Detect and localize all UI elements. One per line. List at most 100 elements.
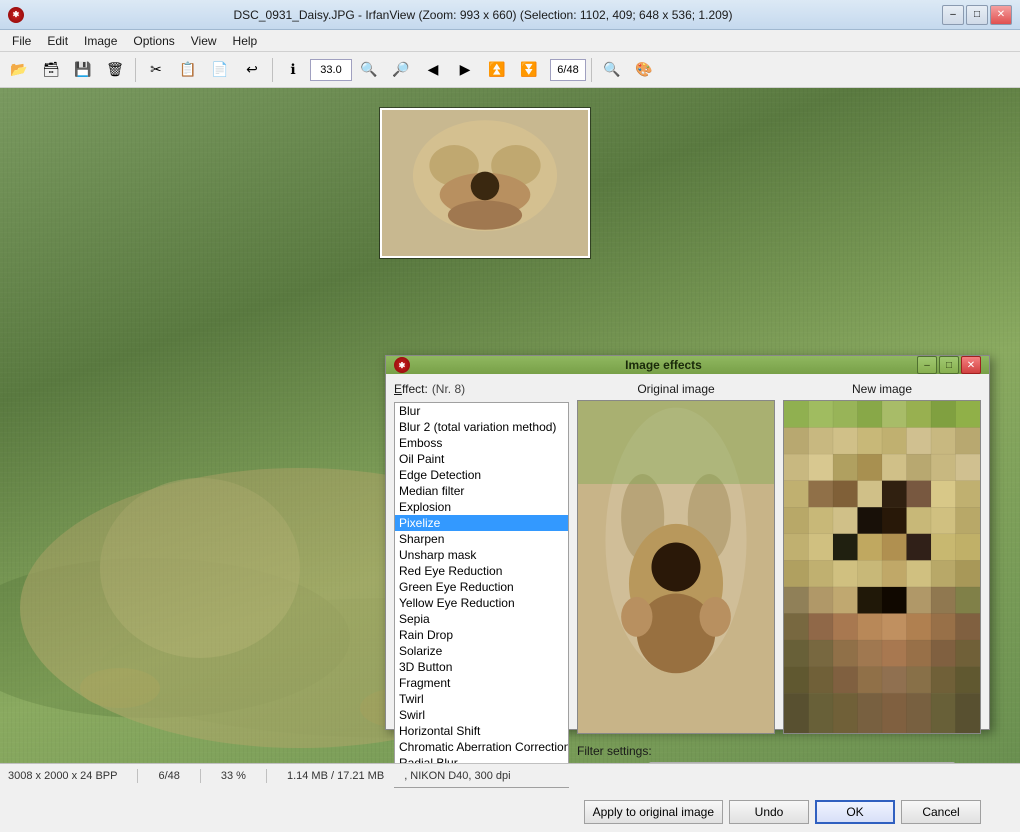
effect-list[interactable]: BlurBlur 2 (total variation method)Embos… bbox=[395, 403, 568, 787]
dialog-minimize-button[interactable]: – bbox=[917, 356, 937, 374]
minimize-button[interactable]: – bbox=[942, 5, 964, 25]
effect-nr: (Nr. 8) bbox=[432, 382, 465, 396]
copy-button[interactable]: 📋 bbox=[173, 56, 203, 84]
undo-effect-button[interactable]: Undo bbox=[729, 800, 809, 824]
effect-list-item[interactable]: Yellow Eye Reduction bbox=[395, 595, 568, 611]
status-bar: 3008 x 2000 x 24 BPP 6/48 33 % 1.14 MB /… bbox=[0, 763, 1020, 787]
effect-list-item[interactable]: Pixelize bbox=[395, 515, 568, 531]
menu-help[interactable]: Help bbox=[225, 32, 266, 50]
effect-label-row: Effect: (Nr. 8) bbox=[394, 382, 569, 396]
cut-button[interactable]: ✂ bbox=[141, 56, 171, 84]
effect-list-item[interactable]: Rain Drop bbox=[395, 627, 568, 643]
delete-button[interactable]: 🗑 bbox=[100, 56, 130, 84]
cancel-button[interactable]: Cancel bbox=[901, 800, 981, 824]
dialog-app-icon: ✱ bbox=[394, 357, 410, 373]
effect-list-item[interactable]: Swirl bbox=[395, 707, 568, 723]
effect-list-item[interactable]: Twirl bbox=[395, 691, 568, 707]
effect-list-item[interactable]: Sepia bbox=[395, 611, 568, 627]
status-sep-2 bbox=[200, 769, 201, 783]
effect-list-item[interactable]: Median filter bbox=[395, 483, 568, 499]
effect-list-item[interactable]: Fragment bbox=[395, 675, 568, 691]
window-title: DSC_0931_Daisy.JPG - IrfanView (Zoom: 99… bbox=[24, 8, 942, 22]
dialog-close-button[interactable]: ✕ bbox=[961, 356, 981, 374]
title-bar-left: ✱ bbox=[8, 7, 24, 23]
effect-list-item[interactable]: Red Eye Reduction bbox=[395, 563, 568, 579]
effect-list-item[interactable]: Emboss bbox=[395, 435, 568, 451]
menu-edit[interactable]: Edit bbox=[39, 32, 76, 50]
zoom-status: 33 % bbox=[221, 770, 246, 782]
window-controls: – □ ✕ bbox=[942, 5, 1012, 25]
effect-list-item[interactable]: Explosion bbox=[395, 499, 568, 515]
preview-images: Original image bbox=[577, 382, 981, 734]
filter-settings-label: Filter settings: bbox=[577, 744, 981, 758]
nav-counter: 6/48 bbox=[550, 59, 586, 81]
effect-list-item[interactable]: Sharpen bbox=[395, 531, 568, 547]
last-button[interactable]: ⏬ bbox=[514, 56, 544, 84]
status-sep-3 bbox=[266, 769, 267, 783]
effect-list-item[interactable]: Chromatic Aberration Correction bbox=[395, 739, 568, 755]
paste-button[interactable]: 📄 bbox=[205, 56, 235, 84]
pixelized-dog-svg bbox=[784, 401, 980, 733]
dialog-title-bar: ✱ Image effects – □ ✕ bbox=[386, 356, 989, 374]
effect-list-item[interactable]: Solarize bbox=[395, 643, 568, 659]
file-size-status: 1.14 MB / 17.21 MB bbox=[287, 770, 384, 782]
image-effects-dialog: ✱ Image effects – □ ✕ Effect: (Nr. 8) Bl… bbox=[385, 355, 990, 730]
original-dog-image bbox=[578, 401, 774, 733]
toolbar: 📂 🗃 💾 🗑 ✂ 📋 📄 ↩ ℹ 33.0 🔍 🔎 ◀ ▶ ⏫ ⏬ 6/48 … bbox=[0, 52, 1020, 88]
effect-list-item[interactable]: 3D Button bbox=[395, 659, 568, 675]
dialog-maximize-button[interactable]: □ bbox=[939, 356, 959, 374]
menu-bar: File Edit Image Options View Help bbox=[0, 30, 1020, 52]
effect-panel: Effect: (Nr. 8) BlurBlur 2 (total variat… bbox=[394, 382, 569, 788]
original-preview-panel: Original image bbox=[577, 382, 775, 734]
zoom-display: 33.0 bbox=[310, 59, 352, 81]
search-button[interactable]: 🔍 bbox=[597, 56, 627, 84]
title-bar: ✱ DSC_0931_Daisy.JPG - IrfanView (Zoom: … bbox=[0, 0, 1020, 30]
app-icon: ✱ bbox=[8, 7, 24, 23]
image-dimensions: 3008 x 2000 x 24 BPP bbox=[8, 770, 117, 782]
new-image-preview bbox=[783, 400, 981, 734]
apply-to-original-button[interactable]: Apply to original image bbox=[584, 800, 723, 824]
menu-file[interactable]: File bbox=[4, 32, 39, 50]
dialog-title: Image effects bbox=[410, 358, 917, 372]
first-button[interactable]: ⏫ bbox=[482, 56, 512, 84]
info-button[interactable]: ℹ bbox=[278, 56, 308, 84]
effect-list-container: BlurBlur 2 (total variation method)Embos… bbox=[394, 402, 569, 788]
close-button[interactable]: ✕ bbox=[990, 5, 1012, 25]
effects-button[interactable]: 🎨 bbox=[629, 56, 659, 84]
menu-options[interactable]: Options bbox=[125, 32, 182, 50]
dialog-title-left: ✱ bbox=[394, 357, 410, 373]
toolbar-separator-1 bbox=[135, 58, 136, 82]
effect-list-item[interactable]: Unsharp mask bbox=[395, 547, 568, 563]
dialog-content: Effect: (Nr. 8) BlurBlur 2 (total variat… bbox=[386, 374, 989, 796]
thumbnail-button[interactable]: 🗃 bbox=[36, 56, 66, 84]
image-nav-status: 6/48 bbox=[158, 770, 179, 782]
effect-label: Effect: bbox=[394, 382, 428, 396]
effect-list-item[interactable]: Horizontal Shift bbox=[395, 723, 568, 739]
zoom-in-button[interactable]: 🔍 bbox=[354, 56, 384, 84]
camera-info: , NIKON D40, 300 dpi bbox=[404, 770, 510, 782]
open-button[interactable]: 📂 bbox=[4, 56, 34, 84]
effect-list-item[interactable]: Blur bbox=[395, 403, 568, 419]
toolbar-separator-2 bbox=[272, 58, 273, 82]
new-image-label: New image bbox=[783, 382, 981, 396]
effect-list-item[interactable]: Green Eye Reduction bbox=[395, 579, 568, 595]
save-button[interactable]: 💾 bbox=[68, 56, 98, 84]
prev-button[interactable]: ◀ bbox=[418, 56, 448, 84]
next-button[interactable]: ▶ bbox=[450, 56, 480, 84]
ok-button[interactable]: OK bbox=[815, 800, 895, 824]
dialog-buttons: Apply to original image Undo OK Cancel bbox=[386, 796, 989, 832]
new-preview-panel: New image bbox=[783, 382, 981, 734]
status-sep-1 bbox=[137, 769, 138, 783]
effect-list-item[interactable]: Blur 2 (total variation method) bbox=[395, 419, 568, 435]
zoom-out-button[interactable]: 🔎 bbox=[386, 56, 416, 84]
effect-list-item[interactable]: Oil Paint bbox=[395, 451, 568, 467]
undo-button[interactable]: ↩ bbox=[237, 56, 267, 84]
original-image-preview bbox=[577, 400, 775, 734]
effect-list-item[interactable]: Edge Detection bbox=[395, 467, 568, 483]
menu-image[interactable]: Image bbox=[76, 32, 125, 50]
pixelized-dog-image bbox=[784, 401, 980, 733]
menu-view[interactable]: View bbox=[183, 32, 225, 50]
dialog-title-controls: – □ ✕ bbox=[917, 356, 981, 374]
maximize-button[interactable]: □ bbox=[966, 5, 988, 25]
toolbar-separator-3 bbox=[591, 58, 592, 82]
